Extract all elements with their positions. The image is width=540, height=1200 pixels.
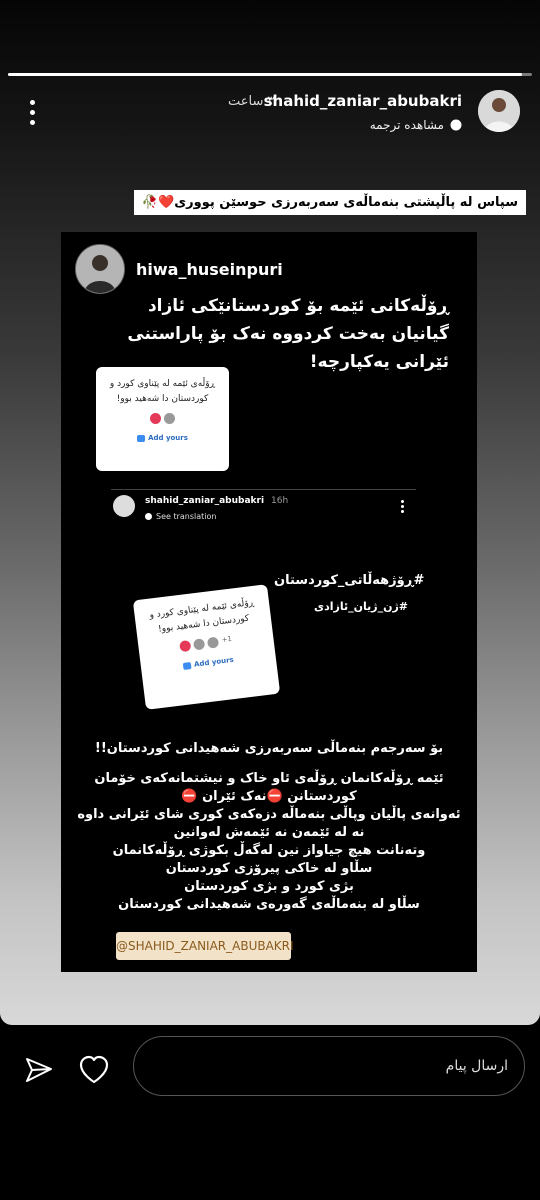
add-yours-sticker: ڕۆڵەی ئێمە لە پێناوی کورد و کوردستان دا … bbox=[132, 584, 281, 710]
story-progress-fill bbox=[8, 73, 522, 76]
nested-see-translation-label: See translation bbox=[156, 512, 217, 521]
avatar bbox=[164, 413, 175, 424]
story-viewer[interactable]: ٣ ساعت shahid_zaniar_abubakri مشاهده ترج… bbox=[0, 0, 540, 1025]
reply-icon bbox=[179, 639, 192, 653]
story-progress-bar bbox=[8, 73, 532, 76]
add-yours-text: Add yours bbox=[193, 655, 235, 669]
avatar-icon bbox=[478, 90, 520, 132]
speech-bubble-icon bbox=[145, 513, 152, 520]
hashtag: #ژن_ژیان_ئازادی bbox=[314, 600, 409, 613]
story-username[interactable]: shahid_zaniar_abubakri bbox=[264, 92, 462, 110]
story-caption: سپاس لە پاڵپشتی بنەماڵەی سەربەرزی حوسێن … bbox=[133, 190, 526, 215]
body-line: بژی کورد و بژی کوردستان bbox=[184, 879, 354, 894]
avatar bbox=[207, 636, 220, 649]
camera-icon bbox=[137, 434, 146, 442]
body-line: نە لە ئێمەن نە ئێمەش لەوانین bbox=[173, 825, 365, 840]
avatar[interactable] bbox=[478, 90, 520, 132]
nested-see-translation: See translation bbox=[145, 512, 216, 521]
body-line: بۆ سەرجەم بنەماڵی سەربەرزی شەهیدانی کورد… bbox=[94, 741, 444, 756]
avatar bbox=[193, 638, 206, 651]
see-translation-link[interactable]: مشاهده ترجمه bbox=[370, 118, 462, 132]
reply-icon bbox=[150, 413, 161, 424]
hashtag: #ڕۆژهەڵاتی_کوردستان bbox=[274, 573, 425, 588]
message-placeholder: ارسال پیام bbox=[445, 1058, 508, 1074]
avatar bbox=[113, 495, 135, 517]
body-line: ئێمە ڕۆڵەکانمان ڕۆڵەی ئاو خاک و نیشتمانە… bbox=[94, 771, 444, 786]
participant-count: +1 bbox=[221, 634, 233, 645]
send-icon[interactable] bbox=[24, 1055, 54, 1085]
add-yours-sticker: ڕۆڵەی ئێمە لە پێناوی کورد و کوردستان دا … bbox=[96, 367, 229, 471]
see-translation-label: مشاهده ترجمه bbox=[369, 118, 444, 132]
more-options-icon bbox=[401, 500, 404, 515]
body-line: ئەوانەی پاڵیان وپاڵی بنەماڵە دزەکەی کوری… bbox=[77, 807, 461, 822]
message-input[interactable]: ارسال پیام bbox=[133, 1036, 525, 1096]
mention-tag: @SHAHID_ZANIAR_ABUBAKRI bbox=[116, 932, 294, 960]
body-text: بۆ سەرجەم بنەماڵی سەربەرزی شەهیدانی کورد… bbox=[61, 740, 477, 914]
body-line: سڵاو لە بنەماڵەی گەورەی شەهیدانی کوردستا… bbox=[118, 897, 420, 912]
reshared-story-image: hiwa_huseinpuri ڕۆڵەکانی ئێمە بۆ کوردستا… bbox=[61, 232, 477, 972]
nested-username: shahid_zaniar_abubakri bbox=[145, 496, 265, 506]
more-options-icon[interactable] bbox=[30, 100, 38, 130]
body-line: کوردستانن ⛔نەک ئێران ⛔ bbox=[181, 789, 357, 804]
nested-time: 16h bbox=[271, 496, 289, 506]
avatar-icon bbox=[76, 245, 124, 293]
body-line: وتەنانت هیچ جیاواز نین لەگەڵ بکوژی ڕۆڵەک… bbox=[112, 843, 426, 858]
sticker-participants bbox=[96, 413, 229, 424]
heart-icon[interactable] bbox=[78, 1055, 110, 1085]
add-yours-text: Add yours bbox=[148, 434, 188, 442]
avatar bbox=[75, 244, 125, 294]
nested-story-header: shahid_zaniar_abubakri 16h See translati… bbox=[111, 489, 416, 526]
inner-username: hiwa_huseinpuri bbox=[136, 260, 283, 279]
camera-icon bbox=[182, 661, 192, 670]
reply-bar: ارسال پیام bbox=[0, 1025, 540, 1200]
body-line: سڵاو لە خاکی پیرۆزی کوردستان bbox=[165, 861, 373, 876]
inner-headline: ڕۆڵەکانی ئێمە بۆ کوردستانێکی ئازاد گیانی… bbox=[127, 296, 449, 372]
sticker-text: ڕۆڵەی ئێمە لە پێناوی کورد و کوردستان دا … bbox=[109, 379, 216, 404]
add-yours-label: Add yours bbox=[96, 434, 229, 442]
speech-bubble-icon bbox=[450, 119, 462, 131]
